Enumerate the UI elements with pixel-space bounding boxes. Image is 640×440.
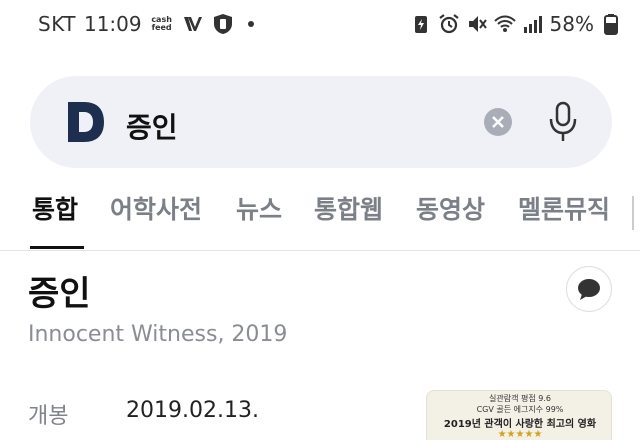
signal-icon (523, 16, 542, 33)
tab-video[interactable]: 동영상 (416, 190, 485, 226)
tab-integrated[interactable]: 통합 (32, 190, 78, 226)
release-date: 2019.02.13. (126, 398, 259, 423)
status-bar: SKT 11:09 cash feed 58% (0, 0, 640, 52)
notification-dot-icon (247, 21, 254, 27)
clear-search-button[interactable] (484, 108, 512, 136)
vpn-icon (183, 17, 202, 31)
alarm-icon (438, 14, 459, 34)
microphone-icon[interactable] (546, 100, 580, 144)
mute-icon (468, 16, 487, 32)
shield-app-icon (213, 14, 232, 34)
tab-news[interactable]: 뉴스 (236, 190, 282, 226)
tab-web[interactable]: 통합웹 (314, 190, 383, 226)
result-title[interactable]: 증인 (28, 266, 91, 315)
status-left: SKT 11:09 cash feed (38, 12, 254, 36)
daum-logo-icon[interactable] (66, 100, 106, 144)
close-icon (492, 116, 504, 128)
tab-melon-music[interactable]: 멜론뮤직 (518, 190, 610, 226)
poster-tagline: 2019년 관객이 사랑한 최고의 영화 (443, 419, 597, 430)
release-label: 개봉 (28, 404, 69, 429)
cashfeed-icon: cash feed (150, 16, 174, 32)
status-right: 58% (410, 12, 622, 36)
tabs-scroll-edge (632, 196, 640, 230)
search-query[interactable]: 증인 (126, 106, 178, 146)
battery-percent: 58% (549, 12, 594, 36)
tabs-divider (0, 250, 640, 251)
active-tab-indicator (30, 246, 84, 249)
carrier-label: SKT (38, 12, 76, 36)
speech-bubble-icon (578, 279, 600, 300)
comment-button[interactable] (566, 266, 612, 312)
movie-poster[interactable]: 실관람객 평점 9.6 CGV 골든 에그지수 99% 2019년 관객이 사랑… (426, 390, 612, 440)
wifi-icon (493, 15, 516, 32)
result-subtitle: Innocent Witness, 2019 (28, 322, 288, 347)
clock: 11:09 (83, 12, 142, 36)
poster-stars: ★★★★★ (497, 429, 543, 440)
poster-rating-line: 실관람객 평점 9.6 (489, 394, 551, 403)
category-tabs: 통합 어학사전 뉴스 통합웹 동영상 멜론뮤직 (0, 190, 640, 250)
battery-saver-icon (414, 16, 427, 33)
cashfeed-line2: feed (151, 23, 172, 32)
tab-dictionary[interactable]: 어학사전 (110, 190, 202, 226)
search-bar[interactable]: 증인 (30, 76, 612, 168)
poster-egg-line: CGV 골든 에그지수 99% (476, 405, 564, 414)
battery-icon (604, 14, 618, 35)
